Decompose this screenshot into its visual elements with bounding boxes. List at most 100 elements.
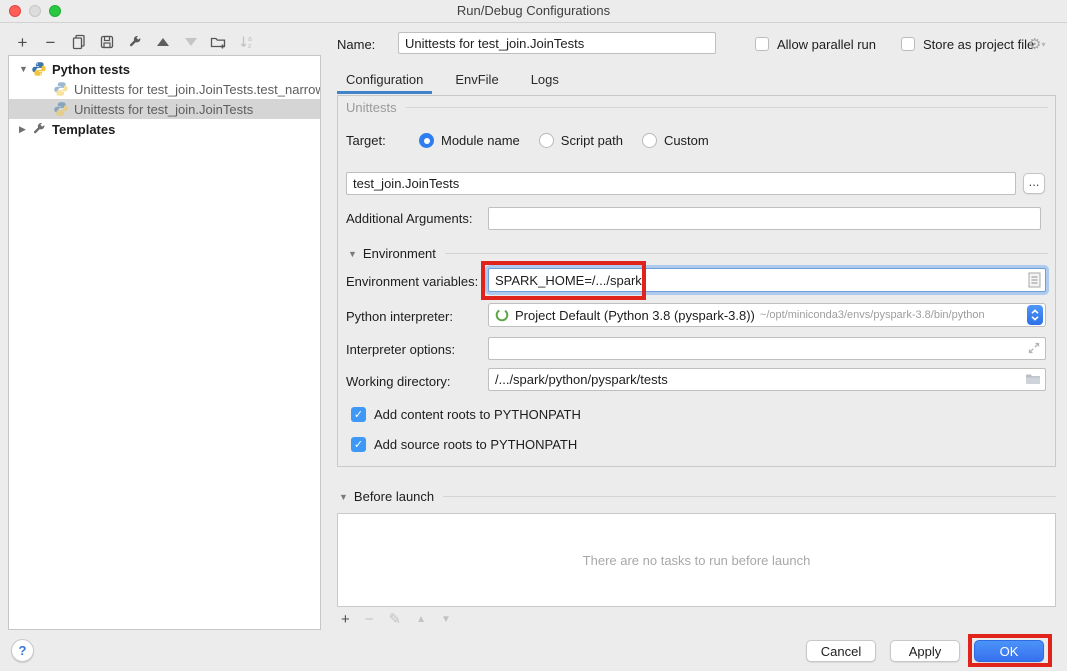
python-interpreter-select[interactable]: Project Default (Python 3.8 (pyspark-3.8… [488,303,1046,327]
additional-arguments-label: Additional Arguments: [346,211,472,226]
combo-spinner-icon[interactable] [1027,305,1043,325]
tree-item-label: Unittests for test_join.JoinTests.test_n… [74,82,320,97]
ok-button[interactable]: OK [974,640,1044,662]
additional-arguments-input[interactable] [488,207,1041,230]
store-as-project-file-label: Store as project file [923,37,1034,52]
run-debug-configurations-dialog: Run/Debug Configurations + − az ▼ Pyth [0,0,1067,671]
configurations-toolbar: + − az [14,33,255,51]
environment-variables-label: Environment variables: [346,274,478,289]
tree-item-python-tests[interactable]: ▼ Python tests [9,59,320,79]
interpreter-options-field-wrap [488,337,1046,360]
minimize-window-button [29,5,41,17]
collapse-environment-icon[interactable]: ▼ [348,249,357,259]
target-option-module-name[interactable]: Module name [419,133,520,148]
target-option-script-path[interactable]: Script path [539,133,623,148]
python-icon [31,61,47,77]
interpreter-value: Project Default (Python 3.8 (pyspark-3.8… [515,308,755,323]
environment-section-label: Environment [363,246,436,261]
store-as-project-file-checkbox[interactable] [901,37,915,51]
move-task-up-icon: ▲ [416,614,426,625]
interpreter-options-label: Interpreter options: [346,342,455,357]
add-content-roots-checkbox[interactable]: ✓ [351,407,366,422]
collapsed-twisty-icon[interactable]: ▶ [19,124,31,135]
tree-item-templates[interactable]: ▶ Templates [9,119,320,139]
env-vars-list-icon[interactable] [1028,272,1041,291]
zoom-window-button[interactable] [49,5,61,17]
python-test-icon [53,81,69,97]
copy-configuration-icon[interactable] [70,34,87,51]
tree-item-label: Unittests for test_join.JoinTests [74,102,253,117]
tab-logs[interactable]: Logs [522,72,568,94]
sort-configurations-icon: az [238,34,255,51]
environment-section-header[interactable]: ▼ Environment [348,246,1048,261]
add-source-roots-label: Add source roots to PYTHONPATH [374,437,577,452]
interpreter-options-input[interactable] [488,337,1046,360]
expand-field-icon[interactable] [1027,341,1041,358]
unittests-group-label: Unittests [346,100,397,115]
tree-item-label: Python tests [52,62,130,77]
target-label: Target: [346,133,419,148]
help-button[interactable]: ? [11,639,34,662]
add-configuration-icon[interactable]: + [14,34,31,51]
cancel-button[interactable]: Cancel [806,640,876,662]
close-window-button[interactable] [9,5,21,17]
no-tasks-message: There are no tasks to run before launch [583,553,811,568]
module-name-input[interactable] [346,172,1016,195]
browse-folder-icon[interactable] [1025,372,1041,389]
allow-parallel-run-checkbox[interactable] [755,37,769,51]
radio-script-path[interactable] [539,133,554,148]
target-option-custom[interactable]: Custom [642,133,709,148]
add-content-roots-label: Add content roots to PYTHONPATH [374,407,581,422]
radio-custom[interactable] [642,133,657,148]
add-source-roots-checkbox[interactable]: ✓ [351,437,366,452]
working-directory-input[interactable] [488,368,1046,391]
tab-envfile[interactable]: EnvFile [446,72,507,94]
python-interpreter-label: Python interpreter: [346,309,453,324]
collapse-before-launch-icon[interactable]: ▼ [339,492,348,502]
before-launch-tasks-panel: There are no tasks to run before launch [337,513,1056,607]
svg-text:a: a [248,36,252,43]
settings-tabs: Configuration EnvFile Logs [337,66,568,94]
tree-item-unittests-jointests-selected[interactable]: Unittests for test_join.JoinTests [9,99,320,119]
move-task-down-icon: ▼ [441,614,451,625]
tab-configuration[interactable]: Configuration [337,72,432,94]
name-label: Name: [337,37,375,52]
environment-variables-input[interactable] [488,268,1046,292]
expanded-twisty-icon[interactable]: ▼ [19,64,31,74]
python-test-icon [53,101,69,117]
conda-env-icon [495,308,509,322]
unittests-group-header: Unittests [346,100,1048,115]
window-title: Run/Debug Configurations [0,0,1067,22]
apply-button[interactable]: Apply [890,640,960,662]
before-launch-toolbar: + − ✎ ▲ ▼ [341,610,451,628]
name-input[interactable] [398,32,716,54]
traffic-lights [9,5,61,17]
svg-text:z: z [248,43,252,50]
titlebar: Run/Debug Configurations [0,0,1067,23]
environment-variables-field-wrap [488,268,1046,292]
browse-module-button[interactable]: ... [1023,173,1045,194]
before-launch-section-header[interactable]: ▼ Before launch [339,489,1056,504]
wrench-icon [31,121,47,137]
new-folder-icon[interactable] [210,34,227,51]
edit-templates-icon[interactable] [126,34,143,51]
add-task-icon[interactable]: + [341,611,350,628]
working-directory-field-wrap [488,368,1046,391]
move-up-icon[interactable] [154,34,171,51]
remove-configuration-icon[interactable]: − [42,34,59,51]
edit-task-icon: ✎ [389,610,402,628]
save-configuration-icon[interactable] [98,34,115,51]
configurations-tree: ▼ Python tests Unittests for test_join.J… [8,55,321,630]
interpreter-path: ~/opt/miniconda3/envs/pyspark-3.8/bin/py… [760,309,1027,321]
tree-item-unittests-test-narrow[interactable]: Unittests for test_join.JoinTests.test_n… [9,79,320,99]
configuration-form: Unittests Target: Module name Script pat… [337,95,1056,467]
store-options-gear-icon[interactable]: ⚙▾ [1028,37,1045,52]
working-directory-label: Working directory: [346,374,451,389]
tree-item-label: Templates [52,122,115,137]
before-launch-section-label: Before launch [354,489,434,504]
remove-task-icon: − [365,611,374,628]
target-row: Target: Module name Script path Custom [346,133,728,148]
allow-parallel-run-label: Allow parallel run [777,37,876,52]
radio-module-name[interactable] [419,133,434,148]
move-down-icon [182,34,199,51]
